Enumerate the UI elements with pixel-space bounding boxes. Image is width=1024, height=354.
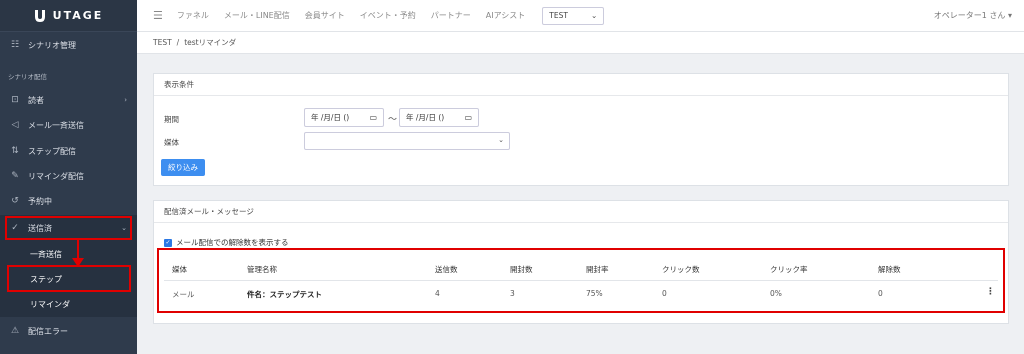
sidebar-subitem-reminder[interactable]: リマインダ [0, 291, 137, 317]
send-icon: ◁ [11, 120, 19, 130]
sidebar-item-label: シナリオ管理 [28, 40, 76, 50]
account-select[interactable]: TEST ⌄ [542, 6, 605, 25]
filter-card: 表示条件 期間 年 /月/日 () ▭ 〜 年 /月/日 () ▭ 媒体 ⌄ 絞… [153, 73, 1009, 186]
breadcrumb: TEST / testリマインダ [137, 32, 1024, 54]
account-select-value: TEST [549, 11, 568, 20]
sidebar-subitem-label: 一斉送信 [30, 249, 62, 259]
chevron-right-icon: › [124, 96, 127, 104]
show-unsubscribe-checkbox[interactable]: ✓ メール配信での解除数を表示する [164, 237, 289, 248]
calendar-icon[interactable]: ▭ [369, 113, 377, 122]
media-label: 媒体 [164, 138, 179, 147]
nav-event[interactable]: イベント・予約 [360, 10, 416, 21]
sort-icon: ⇅ [11, 146, 19, 156]
list-icon: ☷ [10, 40, 20, 50]
filter-submit-button[interactable]: 絞り込み [161, 159, 205, 176]
breadcrumb-parent[interactable]: TEST [153, 38, 172, 47]
utage-logo-icon [34, 9, 45, 22]
breadcrumb-separator: / [176, 38, 180, 47]
pencil-icon: ✎ [11, 171, 19, 181]
brand[interactable]: UTAGE [0, 0, 137, 32]
date-to-input[interactable]: 年 /月/日 () ▭ [399, 108, 479, 127]
caret-down-icon: ▾ [1007, 11, 1012, 20]
highlight-sent-item [5, 216, 132, 240]
sidebar-subitem-broadcast[interactable]: 一斉送信 [0, 241, 137, 267]
sidebar-item-scheduled[interactable]: ↺ 予約中 [0, 188, 137, 214]
sidebar-item-label: メール一斉送信 [28, 120, 84, 130]
sidebar-item-label: 予約中 [28, 196, 52, 206]
nav-partner[interactable]: パートナー [431, 10, 471, 21]
results-card-title: 配信済メール・メッセージ [154, 201, 1008, 223]
user-menu[interactable]: オペレーター1 さん ▾ [934, 10, 1012, 21]
warning-icon: ⚠ [10, 326, 20, 336]
nav-funnel[interactable]: ファネル [177, 10, 209, 21]
date-to-placeholder: 年 /月/日 () [406, 113, 445, 122]
hamburger-icon[interactable]: ☰ [153, 9, 163, 22]
breadcrumb-current: testリマインダ [184, 38, 237, 47]
chevron-down-icon: ⌄ [590, 11, 598, 20]
media-select[interactable]: ⌄ [304, 132, 510, 150]
sidebar-item-scenario-management[interactable]: ☷ シナリオ管理 [0, 32, 137, 58]
sidebar-item-label: 読者 [28, 95, 44, 105]
history-icon: ↺ [11, 196, 19, 206]
book-icon: ⊡ [11, 95, 19, 105]
calendar-icon[interactable]: ▭ [464, 113, 472, 122]
date-range-separator: 〜 [388, 115, 398, 125]
period-label: 期間 [164, 115, 179, 124]
chevron-down-icon: ⌄ [498, 136, 504, 144]
nav-member-site[interactable]: 会員サイト [305, 10, 345, 21]
sidebar-item-label: 配信エラー [28, 326, 68, 336]
nav-mail-line[interactable]: メール・LINE配信 [224, 10, 290, 21]
show-unsubscribe-label: メール配信での解除数を表示する [176, 238, 289, 247]
filter-card-title: 表示条件 [154, 74, 1008, 96]
sidebar-item-label: リマインダ配信 [28, 171, 84, 181]
user-name: オペレーター1 さん [933, 11, 1006, 20]
sidebar-item-readers[interactable]: ⊡ 読者 › [0, 87, 137, 113]
arrow-down-icon [72, 238, 84, 267]
sidebar-item-label: ステップ配信 [28, 146, 76, 156]
date-from-input[interactable]: 年 /月/日 () ▭ [304, 108, 384, 127]
nav-ai-assist[interactable]: AIアシスト [486, 10, 526, 21]
sidebar: UTAGE ☷ シナリオ管理 シナリオ配信 ⊡ 読者 › ◁ メール一斉送信 ⇅… [0, 0, 137, 354]
sidebar-item-step-delivery[interactable]: ⇅ ステップ配信 [0, 138, 137, 164]
sidebar-item-delivery-error[interactable]: ⚠ 配信エラー [0, 318, 137, 344]
sidebar-subitem-label: リマインダ [30, 299, 70, 309]
highlight-step-item [7, 265, 131, 292]
highlight-results-table [157, 248, 1005, 313]
sidebar-item-reminder-delivery[interactable]: ✎ リマインダ配信 [0, 163, 137, 189]
checkbox-checked-icon[interactable]: ✓ [164, 238, 172, 247]
top-navbar: ☰ ファネル メール・LINE配信 会員サイト イベント・予約 パートナー AI… [137, 0, 1024, 32]
sidebar-item-broadcast[interactable]: ◁ メール一斉送信 [0, 112, 137, 138]
date-from-placeholder: 年 /月/日 () [311, 113, 350, 122]
brand-name: UTAGE [52, 9, 104, 22]
sidebar-section-label: シナリオ配信 [8, 73, 47, 81]
